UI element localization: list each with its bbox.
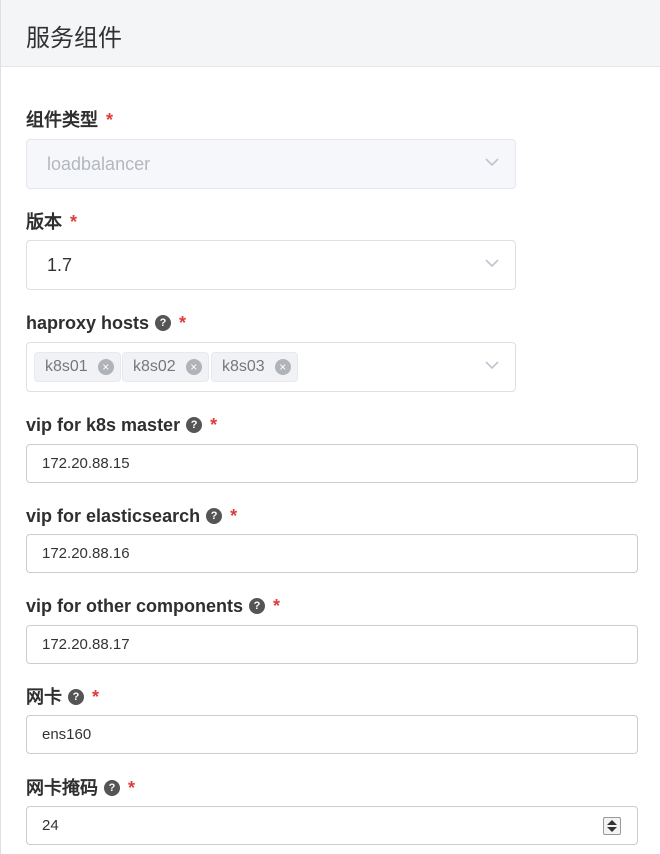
nic-mask-label-text: 网卡掩码 (26, 778, 98, 798)
close-icon[interactable]: × (274, 359, 291, 375)
chevron-down-icon (485, 361, 499, 370)
chevron-down-icon (485, 259, 499, 268)
nic-mask-value: 24 (42, 817, 59, 834)
required-asterisk: * (273, 596, 281, 616)
decrement-arrow-icon[interactable] (607, 827, 617, 832)
component-type-value: loadbalancer (47, 154, 151, 174)
nic-value: ens160 (42, 726, 92, 743)
vip-k8s-master-label: vip for k8s master ? * (26, 414, 217, 436)
number-stepper[interactable] (603, 817, 621, 835)
version-label-text: 版本 (26, 212, 62, 232)
panel-title: 服务组件 (26, 25, 122, 52)
increment-arrow-icon[interactable] (607, 820, 617, 825)
vip-k8s-master-value: 172.20.88.15 (42, 455, 130, 472)
vip-other-input[interactable]: 172.20.88.17 (26, 625, 638, 664)
help-icon[interactable]: ? (186, 417, 203, 433)
chevron-down-icon (485, 158, 499, 167)
help-icon[interactable]: ? (249, 598, 266, 614)
haproxy-hosts-multiselect[interactable]: k8s01 × k8s02 × k8s03 × (26, 342, 516, 392)
version-label: 版本 * (26, 211, 77, 233)
host-tag-label: k8s03 (222, 358, 265, 375)
vip-other-label-text: vip for other components (26, 596, 244, 616)
required-asterisk: * (179, 313, 187, 333)
vip-elasticsearch-value: 172.20.88.16 (42, 545, 130, 562)
version-value: 1.7 (47, 255, 73, 275)
help-icon[interactable]: ? (206, 508, 223, 524)
close-icon[interactable]: × (185, 359, 202, 375)
nic-label-text: 网卡 (26, 687, 62, 707)
host-tag: k8s01 × (34, 352, 121, 382)
help-icon[interactable]: ? (155, 315, 172, 331)
host-tag-label: k8s02 (133, 358, 176, 375)
vip-elasticsearch-input[interactable]: 172.20.88.16 (26, 534, 638, 573)
help-icon[interactable]: ? (104, 780, 120, 796)
required-asterisk: * (92, 687, 100, 707)
help-icon[interactable]: ? (68, 689, 84, 705)
required-asterisk: * (70, 212, 78, 232)
host-tag: k8s03 × (211, 352, 298, 382)
required-asterisk: * (106, 110, 114, 130)
close-icon[interactable]: × (97, 359, 114, 375)
vip-other-value: 172.20.88.17 (42, 636, 130, 653)
component-type-label-text: 组件类型 (26, 110, 98, 130)
version-select[interactable]: 1.7 (26, 240, 516, 290)
component-type-label: 组件类型 * (26, 109, 113, 131)
nic-input[interactable]: ens160 (26, 715, 638, 754)
component-type-select[interactable]: loadbalancer (26, 139, 516, 189)
vip-k8s-master-input[interactable]: 172.20.88.15 (26, 444, 638, 483)
haproxy-hosts-label-text: haproxy hosts (26, 313, 150, 333)
nic-mask-input[interactable]: 24 (26, 806, 638, 845)
required-asterisk: * (210, 415, 218, 435)
haproxy-hosts-label: haproxy hosts ? * (26, 312, 186, 334)
panel-left-border (0, 0, 1, 854)
nic-label: 网卡 ? * (26, 686, 99, 708)
panel-header: 服务组件 (1, 0, 660, 67)
required-asterisk: * (230, 506, 238, 526)
required-asterisk: * (128, 778, 136, 798)
vip-elasticsearch-label-text: vip for elasticsearch (26, 506, 201, 526)
host-tag: k8s02 × (122, 352, 209, 382)
vip-other-label: vip for other components ? * (26, 595, 280, 617)
nic-mask-label: 网卡掩码 ? * (26, 777, 135, 799)
vip-k8s-master-label-text: vip for k8s master (26, 415, 181, 435)
vip-elasticsearch-label: vip for elasticsearch ? * (26, 505, 237, 527)
host-tag-label: k8s01 (45, 358, 88, 375)
